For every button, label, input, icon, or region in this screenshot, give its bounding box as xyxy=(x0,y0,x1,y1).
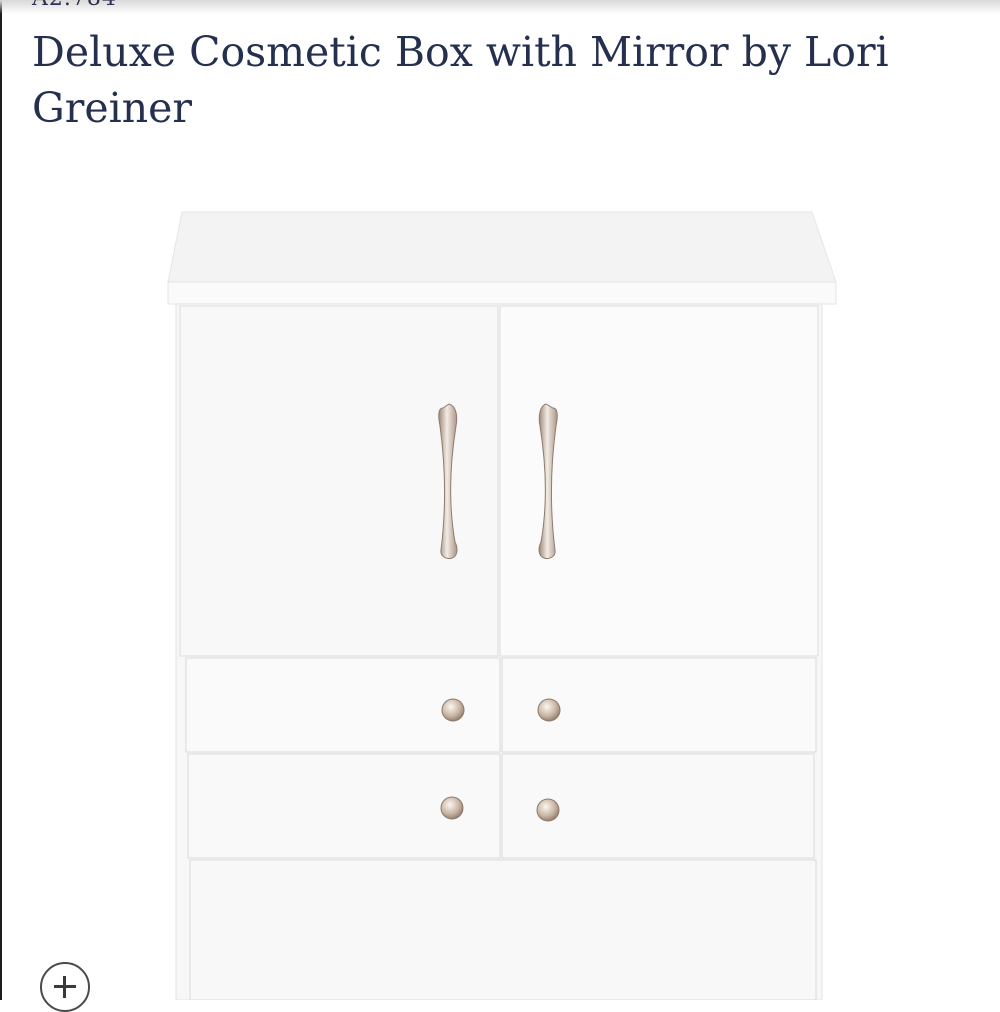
top-shadow xyxy=(0,0,1000,14)
zoom-button[interactable] xyxy=(40,962,90,1012)
product-image[interactable] xyxy=(0,190,1000,1000)
item-number: A2.784 xyxy=(32,0,117,11)
product-image-container[interactable] xyxy=(0,190,1000,1012)
bottom-drawer xyxy=(189,859,817,1000)
drawer-2-right-knob xyxy=(536,798,560,822)
product-title: Deluxe Cosmetic Box with Mirror by Lori … xyxy=(32,28,889,132)
cabinet-lid-edge xyxy=(167,281,837,305)
drawer-1-left-knob xyxy=(441,698,465,722)
drawer-2-left-knob xyxy=(440,796,464,820)
plus-icon-stroke xyxy=(63,976,66,998)
drawer-1-right-knob xyxy=(537,698,561,722)
